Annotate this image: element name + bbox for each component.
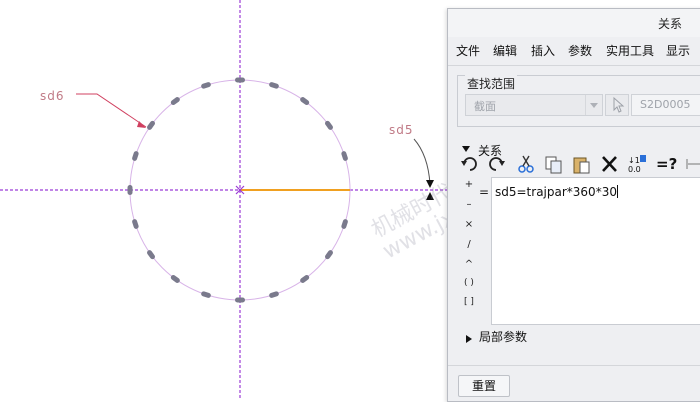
evaluate-icon[interactable]: =? — [656, 155, 677, 173]
op-multiply[interactable]: × — [462, 219, 476, 230]
local-params-section-title[interactable]: 局部参数 — [479, 328, 527, 345]
menu-parameters[interactable]: 参数 — [568, 42, 592, 59]
dash-mark — [235, 77, 245, 83]
relations-toolbar: ↓1 0.0 =? — [461, 155, 700, 174]
select-pointer-button[interactable] — [605, 94, 629, 116]
op-equals[interactable]: = — [479, 185, 489, 199]
selection-value: S2D0005 — [640, 98, 691, 111]
dialog-title: 关系 — [658, 17, 683, 31]
text-caret — [616, 185, 618, 198]
dash-mark — [201, 82, 211, 89]
svg-text:↓1: ↓1 — [628, 156, 640, 165]
dash-mark — [132, 219, 139, 229]
selection-field[interactable]: S2D0005 — [631, 94, 700, 116]
collapse-triangle-icon[interactable] — [462, 146, 470, 152]
svg-text:0.0: 0.0 — [628, 165, 641, 174]
relation-line: sd5=trajpar*360*30 — [495, 185, 618, 199]
dash-mark — [201, 291, 211, 298]
sd6-leader-line — [76, 93, 147, 128]
sd5-dimension-label[interactable]: sd5 — [389, 123, 414, 137]
dash-mark — [235, 297, 245, 303]
dialog-titlebar[interactable]: 关系 — [448, 9, 700, 37]
svg-text:=?: =? — [656, 155, 677, 173]
dimension-icon[interactable] — [686, 159, 700, 169]
op-power[interactable]: ^ — [462, 259, 476, 270]
dash-mark — [269, 82, 279, 89]
pointer-icon — [613, 96, 625, 113]
dash-mark — [127, 185, 133, 195]
find-scope-label: 查找范围 — [465, 75, 518, 92]
dash-mark — [341, 219, 348, 229]
sd6-dimension-label[interactable]: sd6 — [40, 89, 65, 103]
relation-text: sd5=trajpar*360*30 — [495, 185, 617, 199]
dash-mark — [269, 291, 279, 298]
copy-icon[interactable] — [545, 156, 562, 174]
menu-utilities[interactable]: 实用工具 — [606, 42, 654, 59]
cut-icon[interactable] — [518, 155, 534, 173]
expand-triangle-icon[interactable] — [466, 335, 472, 343]
sd5-arrow-icon-lower — [426, 192, 434, 200]
undo-icon[interactable] — [461, 157, 477, 171]
menu-file[interactable]: 文件 — [456, 42, 480, 59]
menu-edit[interactable]: 编辑 — [493, 42, 517, 59]
chevron-down-icon — [585, 95, 602, 115]
reset-button[interactable]: 重置 — [458, 375, 510, 397]
relations-dialog: 关系 文件 编辑 插入 参数 实用工具 显示 查找范围 截面 S2D0005 关… — [447, 8, 700, 402]
footer-divider — [448, 365, 700, 366]
menu-bar: 文件 编辑 插入 参数 实用工具 显示 — [448, 37, 700, 66]
sd5-arrow-icon — [426, 180, 434, 188]
relations-editor[interactable]: sd5=trajpar*360*30 — [491, 177, 700, 325]
op-minus[interactable]: – — [462, 199, 476, 210]
scope-dropdown-value: 截面 — [474, 100, 496, 113]
delete-icon[interactable] — [602, 156, 617, 172]
paste-icon[interactable] — [573, 157, 590, 174]
redo-icon[interactable] — [489, 157, 505, 171]
menu-insert[interactable]: 插入 — [531, 42, 555, 59]
op-divide[interactable]: / — [462, 239, 476, 250]
scope-dropdown[interactable]: 截面 — [465, 94, 603, 116]
dash-mark — [341, 151, 348, 161]
op-parentheses[interactable]: ( ) — [462, 278, 476, 288]
sort-icon[interactable]: ↓1 0.0 — [628, 155, 646, 174]
op-plus[interactable]: + — [462, 179, 476, 190]
menu-display[interactable]: 显示 — [666, 42, 690, 59]
dash-mark — [132, 151, 139, 161]
sd5-angle-arc — [413, 138, 431, 185]
op-brackets[interactable]: [ ] — [462, 297, 476, 307]
